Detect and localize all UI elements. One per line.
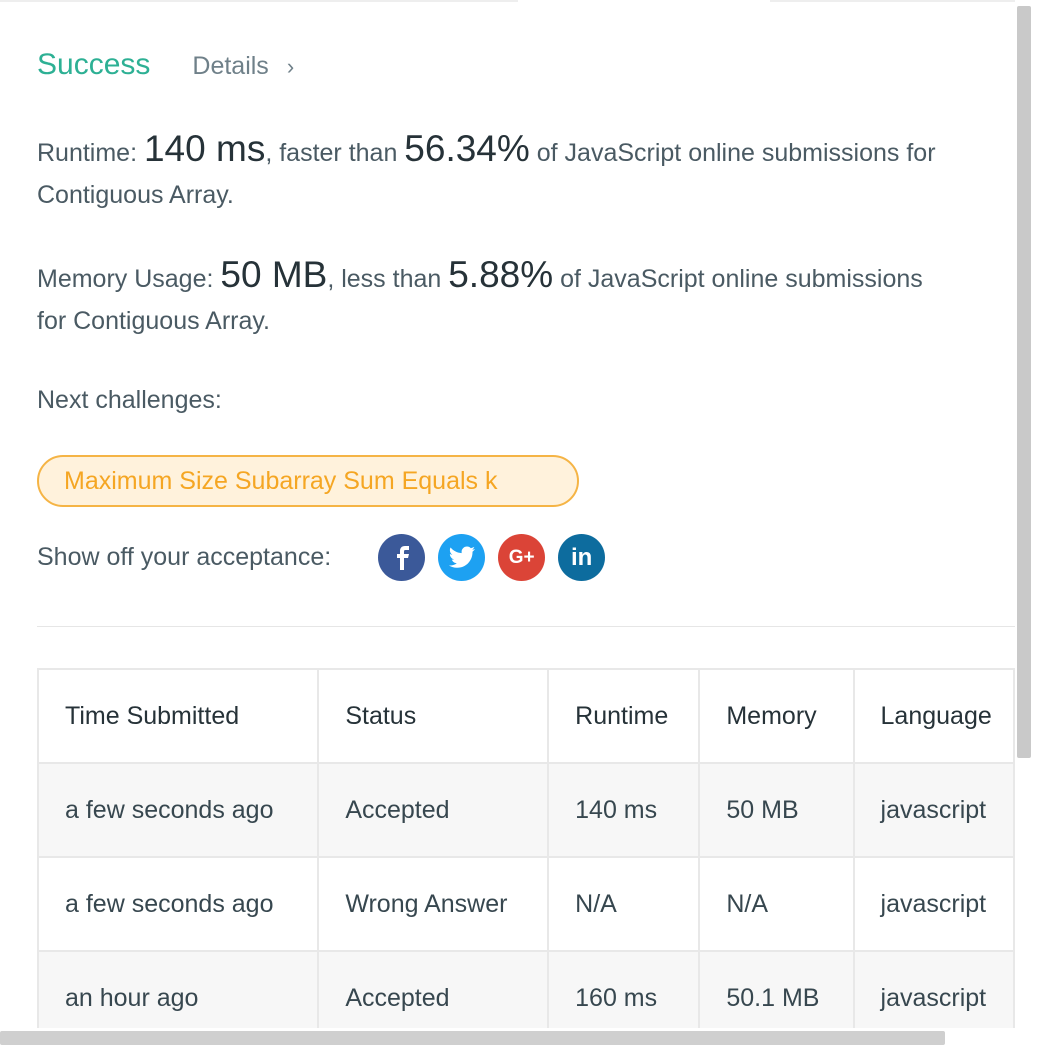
cell-memory: 50.1 MB — [698, 950, 855, 1028]
chevron-right-icon: › — [286, 53, 295, 79]
header-status[interactable]: Status — [317, 668, 550, 764]
share-row: Show off your acceptance: G+ in — [37, 534, 618, 581]
header-language[interactable]: Language — [852, 668, 1015, 764]
runtime-stat: Runtime: 140 ms, faster than 56.34% of J… — [37, 128, 1015, 216]
memory-percent: 5.88% — [448, 254, 554, 295]
horizontal-scrollbar[interactable] — [0, 1031, 945, 1045]
cell-time: a few seconds ago — [37, 762, 320, 858]
table-row[interactable]: a few seconds ago Wrong Answer N/A N/A j… — [37, 856, 1015, 952]
cell-memory: 50 MB — [698, 762, 855, 858]
submission-result-page: Success Details › Runtime: 140 ms, faste… — [0, 0, 1040, 1054]
table-row[interactable]: an hour ago Accepted 160 ms 50.1 MB java… — [37, 950, 1015, 1028]
runtime-label: Runtime: — [37, 139, 144, 167]
divider — [37, 626, 1015, 627]
submissions-table: Time Submitted Status Runtime Memory Lan… — [37, 668, 1015, 1028]
memory-stat: Memory Usage: 50 MB, less than 5.88% of … — [37, 254, 937, 342]
cell-memory: N/A — [698, 856, 855, 952]
vertical-scrollbar[interactable] — [1017, 6, 1031, 758]
header-memory[interactable]: Memory — [698, 668, 855, 764]
cell-runtime: 140 ms — [547, 762, 701, 858]
details-link[interactable]: Details › — [192, 52, 294, 81]
runtime-compare: , faster than — [265, 139, 405, 167]
twitter-glyph — [448, 546, 475, 568]
table-header-row: Time Submitted Status Runtime Memory Lan… — [37, 668, 1015, 764]
linkedin-icon[interactable]: in — [558, 534, 606, 581]
memory-value: 50 MB — [220, 254, 328, 295]
share-label: Show off your acceptance: — [37, 543, 332, 571]
cell-time: an hour ago — [37, 950, 320, 1028]
challenge-link[interactable]: Maximum Size Subarray Sum Equals k — [37, 455, 579, 507]
cell-runtime: 160 ms — [547, 950, 701, 1028]
details-label: Details — [192, 52, 269, 80]
facebook-icon[interactable] — [378, 534, 426, 581]
social-buttons: G+ in — [378, 534, 618, 581]
memory-label: Memory Usage: — [37, 265, 221, 293]
runtime-value: 140 ms — [143, 128, 266, 169]
memory-compare: , less than — [327, 265, 449, 293]
twitter-icon[interactable] — [438, 534, 486, 581]
table-row[interactable]: a few seconds ago Accepted 140 ms 50 MB … — [37, 762, 1015, 858]
facebook-glyph — [396, 545, 409, 570]
cell-status-link[interactable]: Accepted — [317, 762, 550, 858]
cell-runtime: N/A — [547, 856, 701, 952]
cell-language: javascript — [852, 856, 1015, 952]
cell-status-link[interactable]: Wrong Answer — [317, 856, 550, 952]
result-panel: Success Details › Runtime: 140 ms, faste… — [37, 0, 1015, 1028]
header-runtime[interactable]: Runtime — [547, 668, 701, 764]
cell-status-link[interactable]: Accepted — [317, 950, 550, 1028]
google-plus-icon[interactable]: G+ — [498, 534, 546, 581]
cell-language: javascript — [852, 950, 1015, 1028]
header-time-submitted[interactable]: Time Submitted — [37, 668, 320, 764]
cell-language: javascript — [852, 762, 1015, 858]
status-success: Success — [37, 48, 151, 81]
runtime-percent: 56.34% — [404, 128, 530, 169]
next-challenges-label: Next challenges: — [37, 386, 222, 414]
cell-time: a few seconds ago — [37, 856, 320, 952]
result-header: Success Details › — [37, 48, 294, 82]
